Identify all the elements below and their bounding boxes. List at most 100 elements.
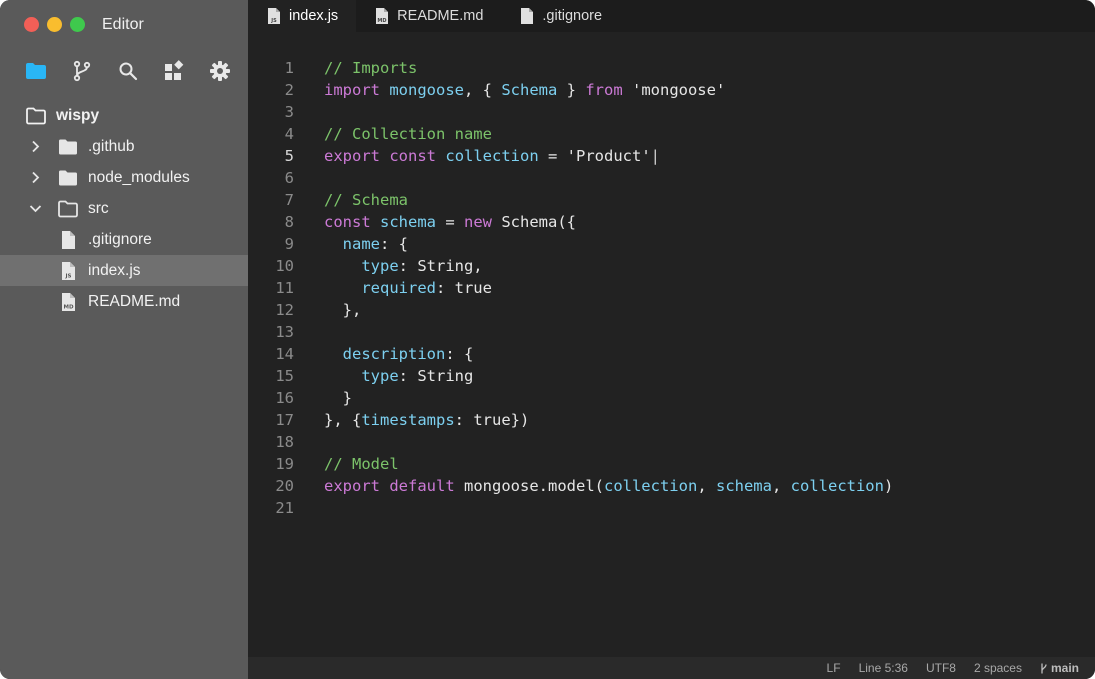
js-file-icon: JS bbox=[268, 8, 280, 24]
line-code: export const collection = 'Product'| bbox=[324, 145, 660, 167]
status-eol[interactable]: LF bbox=[827, 661, 841, 675]
tab-bar: JS index.js MD README.md .gitignore bbox=[248, 0, 1095, 32]
code-line[interactable]: 7 // Schema bbox=[248, 189, 1095, 211]
explorer-button[interactable] bbox=[24, 59, 48, 83]
code-line[interactable]: 20 export default mongoose.model(collecti… bbox=[248, 475, 1095, 497]
tree-item-label: .github bbox=[88, 137, 135, 155]
code-line[interactable]: 19 // Model bbox=[248, 453, 1095, 475]
file-explorer: wispy .github node_modules src .gitignor… bbox=[0, 100, 248, 317]
source-control-button[interactable] bbox=[70, 59, 94, 83]
js-file-icon: JS bbox=[62, 262, 75, 280]
code-line[interactable]: 2 import mongoose, { Schema } from 'mongo… bbox=[248, 79, 1095, 101]
tree-item-github[interactable]: .github bbox=[0, 131, 248, 162]
status-encoding[interactable]: UTF8 bbox=[926, 661, 956, 675]
code-line[interactable]: 5 export const collection = 'Product'| bbox=[248, 145, 1095, 167]
code-token: , { bbox=[464, 81, 502, 99]
status-cursor-position[interactable]: Line 5:36 bbox=[859, 661, 908, 675]
code-editor[interactable]: 1 // Imports 2 import mongoose, { Schema } … bbox=[248, 32, 1095, 657]
code-token: // Schema bbox=[324, 191, 408, 209]
code-token: = 'Product' bbox=[538, 147, 651, 165]
tab-gitignore[interactable]: .gitignore bbox=[501, 0, 620, 32]
tree-item-readme[interactable]: MD README.md bbox=[0, 286, 248, 317]
search-icon bbox=[119, 62, 138, 81]
code-line[interactable]: 16 } bbox=[248, 387, 1095, 409]
code-token: // Model bbox=[324, 455, 399, 473]
code-token: collection bbox=[603, 477, 698, 495]
tab-readme[interactable]: MD README.md bbox=[356, 0, 501, 32]
code-line[interactable]: 18 bbox=[248, 431, 1095, 453]
code-token: from bbox=[585, 81, 623, 99]
code-token: : { bbox=[445, 345, 474, 363]
line-number: 21 bbox=[275, 499, 294, 517]
code-line[interactable]: 13 bbox=[248, 321, 1095, 343]
code-line[interactable]: 3 bbox=[248, 101, 1095, 123]
line-number: 1 bbox=[284, 59, 294, 77]
minimize-window-button[interactable] bbox=[47, 17, 62, 32]
status-indentation[interactable]: 2 spaces bbox=[974, 661, 1022, 675]
window-controls bbox=[24, 17, 85, 32]
chevron-right-icon bbox=[32, 171, 40, 184]
folder-icon bbox=[26, 63, 46, 79]
tree-item-label: README.md bbox=[88, 292, 181, 310]
code-line[interactable]: 17}, {timestamps: true}) bbox=[248, 409, 1095, 431]
code-line[interactable]: 8 const schema = new Schema({ bbox=[248, 211, 1095, 233]
extensions-button[interactable] bbox=[162, 59, 186, 83]
code-line[interactable]: 1 // Imports bbox=[248, 57, 1095, 79]
code-line[interactable]: 21 bbox=[248, 497, 1095, 519]
code-token: name bbox=[342, 235, 380, 253]
tree-item-label: .gitignore bbox=[88, 230, 152, 248]
code-line[interactable]: 6 bbox=[248, 167, 1095, 189]
folder-outline-icon bbox=[26, 107, 46, 125]
close-window-button[interactable] bbox=[24, 17, 39, 32]
code-line[interactable]: 11 required: true bbox=[248, 277, 1095, 299]
code-line[interactable]: 9 name: { bbox=[248, 233, 1095, 255]
line-number: 12 bbox=[275, 301, 294, 319]
sidebar: Editor wispy .github node_modules src .g… bbox=[0, 0, 248, 679]
line-number: 20 bbox=[275, 477, 294, 495]
code-token: } bbox=[324, 389, 352, 407]
status-branch[interactable]: main bbox=[1040, 661, 1079, 675]
tree-item-node-modules[interactable]: node_modules bbox=[0, 162, 248, 193]
tree-item-label: index.js bbox=[88, 261, 141, 279]
maximize-window-button[interactable] bbox=[70, 17, 85, 32]
tab-index-js[interactable]: JS index.js bbox=[248, 0, 357, 32]
line-code: // Schema bbox=[324, 189, 408, 211]
code-line[interactable]: 12 }, bbox=[248, 299, 1095, 321]
svg-text:JS: JS bbox=[64, 274, 71, 280]
code-token: schema bbox=[380, 213, 437, 231]
line-code: } bbox=[324, 387, 352, 409]
file-icon bbox=[521, 8, 534, 24]
svg-text:MD: MD bbox=[63, 305, 73, 311]
code-line[interactable]: 15 type: String bbox=[248, 365, 1095, 387]
line-number: 15 bbox=[275, 367, 294, 385]
line-code: const schema = new Schema({ bbox=[324, 211, 576, 233]
line-code: type: String, bbox=[324, 255, 482, 277]
line-code: }, {timestamps: true}) bbox=[324, 409, 529, 431]
tree-item-index-js[interactable]: JS index.js bbox=[0, 255, 248, 286]
code-line[interactable]: 10 type: String, bbox=[248, 255, 1095, 277]
code-token: required bbox=[361, 279, 436, 297]
line-number: 6 bbox=[284, 169, 294, 187]
code-lines: 1 // Imports 2 import mongoose, { Schema } … bbox=[248, 57, 1095, 519]
tree-item-gitignore[interactable]: .gitignore bbox=[0, 224, 248, 255]
tree-item-src[interactable]: src bbox=[0, 193, 248, 224]
code-line[interactable]: 14 description: { bbox=[248, 343, 1095, 365]
code-token: 'mongoose' bbox=[622, 81, 726, 99]
settings-button[interactable] bbox=[208, 59, 232, 83]
code-token: Schema bbox=[501, 81, 558, 99]
line-number: 3 bbox=[284, 103, 294, 121]
explorer-root-folder[interactable]: wispy bbox=[0, 100, 248, 131]
code-token: description bbox=[342, 345, 446, 363]
code-token: new bbox=[464, 213, 493, 231]
code-line[interactable]: 4 // Collection name bbox=[248, 123, 1095, 145]
code-token: : String bbox=[398, 367, 474, 385]
gear-icon bbox=[210, 61, 230, 81]
app-title: Editor bbox=[102, 16, 144, 33]
search-button[interactable] bbox=[116, 59, 140, 83]
